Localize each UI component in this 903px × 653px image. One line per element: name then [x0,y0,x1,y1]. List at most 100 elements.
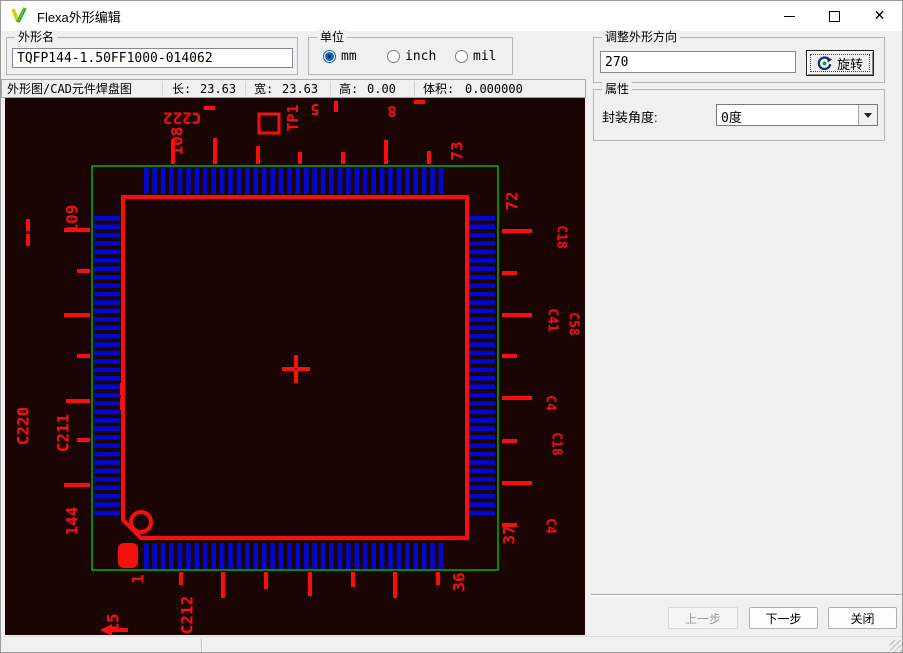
pin-number-label: 108 [168,127,187,156]
pad-left [94,375,120,381]
height-value: 0.00 [367,81,396,96]
pad-left [94,258,120,263]
pad-top [219,168,225,194]
origin-crosshair-center [295,368,297,370]
pad-bottom [303,543,309,569]
silk-fragment [120,398,124,410]
package-angle-select[interactable]: 0度 [716,104,878,126]
pad-bottom [320,543,326,569]
pad-right [469,493,495,499]
pad-right [469,232,495,238]
pad-bottom [177,543,183,569]
pad-top [295,168,301,194]
pin-group-tick [502,271,517,275]
pad-left [94,333,120,339]
pin-group-tick [77,354,90,358]
close-dialog-button[interactable]: 关闭 [828,607,897,629]
pad-top [405,168,410,194]
unit-group-label: 单位 [317,30,348,44]
unit-radio-mil-label: mil [473,48,497,64]
pad-top [362,168,368,194]
pad-top [253,168,259,194]
width-value: 23.63 [282,81,319,96]
pin-number-label: 1 [129,574,148,584]
pad-top [228,168,233,194]
unit-radio-inch-label: inch [405,48,437,64]
pad-bottom [144,543,149,569]
pad-right [469,418,495,423]
unit-radio-inch[interactable]: inch [387,48,436,64]
pin-group-tick [502,439,517,443]
pad-bottom [152,543,158,569]
ref-des-label: C4 [543,518,558,534]
pad-bottom [329,543,334,569]
close-button[interactable]: ✕ [857,1,902,31]
unit-radio-mil[interactable]: mil [455,48,496,64]
resize-grip[interactable] [890,640,902,652]
pad-left [94,266,120,272]
pad-top [261,168,267,194]
pad-right [469,367,495,373]
unit-radio-mm-label: mm [341,48,357,64]
pin-group-tick [384,140,388,164]
pad-right [469,274,495,280]
chevron-down-icon[interactable] [858,105,877,125]
pad-top [169,168,174,194]
pin-number-label: 72 [503,191,522,210]
divider [245,81,246,96]
pad-top [236,168,242,194]
pin-group-tick [264,572,268,589]
pad-top [287,168,292,194]
pad-bottom [430,543,435,569]
pad-bottom [202,543,208,569]
silk-fragment [204,106,215,110]
pad-bottom [186,543,191,569]
ref-des-label: C41 [545,308,560,332]
maximize-button[interactable] [812,1,857,31]
rotate-button[interactable]: 旋转 [806,50,874,76]
pin-group-tick [66,399,90,403]
ref-des-label: C58 [566,312,581,336]
pin-group-tick [213,138,217,164]
pin-group-tick [427,151,431,164]
pad-right [469,434,495,440]
pad-top [430,168,435,194]
pad-top [329,168,334,194]
pad-right [469,291,495,297]
rotation-angle-input[interactable] [600,51,796,73]
minimize-button[interactable] [767,1,812,31]
info-bar-title: 外形图/CAD元件焊盘图 [7,82,132,96]
pad-left [94,401,120,406]
pin-group-tick [502,396,532,400]
silk-fragment [26,234,30,246]
pad-top [312,168,317,194]
pad-left [94,216,120,221]
pad-left [94,384,120,389]
pad-right [469,333,495,339]
pin-group-tick [502,229,532,233]
pad-top [186,168,191,194]
pad-right [469,426,495,432]
pad-bottom [405,543,410,569]
flexa-shape-edit-dialog: Flexa外形编辑 ✕ 外形名 单位 mm inch mil 调整外形方向 [0,0,903,653]
next-step-button[interactable]: 下一步 [749,607,818,629]
pad-bottom [236,543,242,569]
pin-group-tick [77,438,90,442]
pin-group-tick [502,313,532,317]
pad-top [371,168,376,194]
pad-right [469,485,495,491]
pin-group-tick [256,146,260,164]
pin1-circle [129,510,153,534]
previous-step-button[interactable]: 上一步 [668,607,738,629]
minimize-icon [784,15,795,17]
pin1-pad-marker [118,543,138,568]
unit-radio-mm[interactable]: mm [323,48,357,64]
package-angle-label: 封装角度: [602,110,658,125]
footprint-canvas[interactable]: 108 C222 TP1 5 8 73 109 72 C220 C211 144 37 1 36 15 C21… [5,98,585,636]
pad-top [379,168,385,194]
shape-name-input[interactable] [12,48,293,68]
pad-bottom [278,543,284,569]
pin-group-tick [393,572,397,598]
pin-number-label: 37 [500,525,519,544]
titlebar: Flexa外形编辑 ✕ [1,1,902,31]
